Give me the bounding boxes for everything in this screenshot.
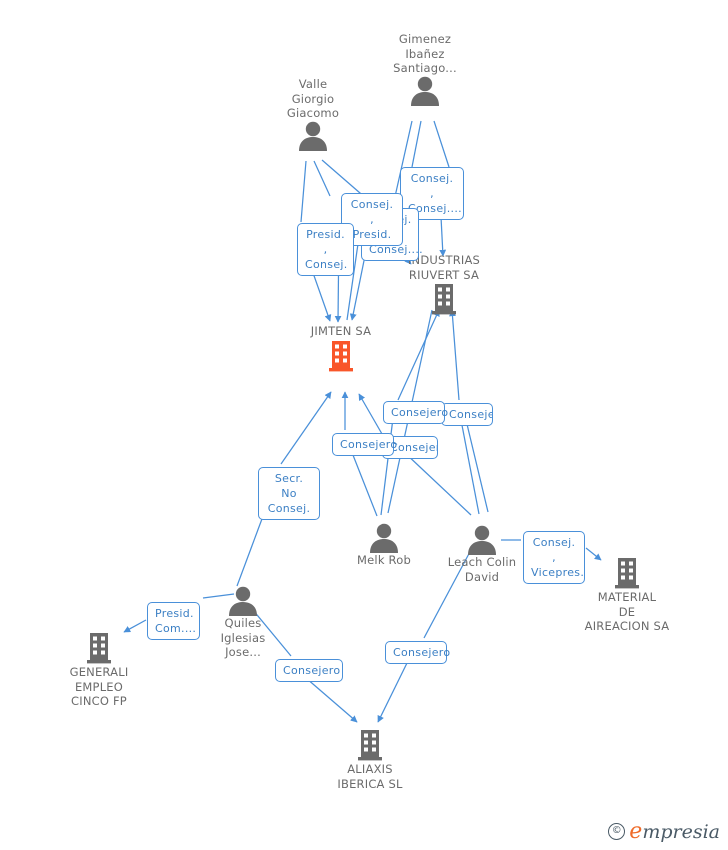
copyright-icon: © [608, 823, 626, 840]
edge-melk-to-label2 [350, 449, 378, 517]
edge-consejero-to-aliaxis [305, 677, 358, 723]
brand-text: empresia [629, 819, 720, 844]
brand-initial: e [629, 819, 643, 844]
edge-valle-to-label-b [300, 160, 307, 223]
edge-label-to-riuvert-melk [397, 309, 440, 401]
edge-label-to-riuvert-leach [449, 309, 460, 401]
edge-label-melk-jimten[interactable]: Consejero [332, 433, 397, 456]
company-icon-highlighted [281, 339, 401, 373]
node-generali-empleo-cinco-fp[interactable]: GENERALI EMPLEO CINCO FP [39, 631, 159, 709]
edge-gimenez-to-label [411, 120, 422, 168]
node-aliaxis-iberica-sl[interactable]: ALIAXIS IBERICA SL [310, 728, 430, 791]
node-gimenez-ibanez-santiago[interactable]: Gimenez Ibañez Santiago... [365, 32, 485, 106]
edge-label-valle-jimten-b[interactable]: Presid. , Consej. [297, 223, 354, 276]
node-label: JIMTEN SA [310, 324, 372, 338]
watermark-empresia: © empresia [608, 819, 720, 844]
edge-secr-to-jimten [280, 391, 332, 465]
company-icon [310, 728, 430, 762]
relationship-graph: Gimenez Ibañez Santiago... Valle Giorgio… [0, 0, 728, 850]
edge-label-quiles-jimten[interactable]: Secr. No Consej. [258, 467, 320, 520]
company-icon [384, 282, 504, 316]
company-icon [567, 556, 687, 590]
node-label: Gimenez Ibañez Santiago... [393, 32, 457, 75]
edge-leach-to-label2 [403, 451, 472, 516]
edge-consejero-to-aliaxis2 [377, 660, 409, 723]
edge-valle-to-label-a [313, 160, 331, 197]
node-jimten-sa[interactable]: JIMTEN SA [281, 324, 401, 373]
company-icon [39, 631, 159, 665]
node-valle-giorgio-giacomo[interactable]: Valle Giorgio Giacomo [253, 77, 373, 151]
edge-gimenez-to-label2 [433, 120, 450, 168]
edge-label-quiles-aliaxis[interactable]: Consejero [275, 659, 343, 682]
person-icon [365, 76, 485, 106]
edge-label-melk-riuvert[interactable]: Consejero [383, 401, 448, 424]
edge-leach-to-label1 [460, 419, 480, 515]
edge-label-leach-riuvert[interactable]: Consejero [441, 403, 493, 426]
node-label: Valle Giorgio Giacomo [286, 77, 340, 120]
edge-label-leach-material[interactable]: Consej. , Vicepres. [523, 531, 585, 584]
edge-label-to-jimten-leach [358, 393, 383, 435]
edge-leach-cross [465, 419, 489, 513]
node-label: GENERALI EMPLEO CINCO FP [69, 665, 129, 708]
node-quiles-iglesias-jose[interactable]: Quiles Iglesias Jose... [183, 586, 303, 660]
node-label: ALIAXIS IBERICA SL [337, 762, 403, 791]
node-material-de-aireacion-sa[interactable]: MATERIAL DE AIREACION SA [567, 556, 687, 634]
person-icon [183, 586, 303, 616]
node-industrias-riuvert-sa[interactable]: INDUSTRIAS RIUVERT SA [384, 253, 504, 316]
node-label: Quiles Iglesias Jose... [220, 616, 266, 659]
edge-label-quiles-generali[interactable]: Presid. Com.... [147, 602, 200, 640]
person-icon [253, 121, 373, 151]
brand-rest: mpresia [642, 821, 720, 843]
edge-label-leach-aliaxis[interactable]: Consejero [385, 641, 450, 664]
node-label: MATERIAL DE AIREACION SA [584, 590, 670, 633]
